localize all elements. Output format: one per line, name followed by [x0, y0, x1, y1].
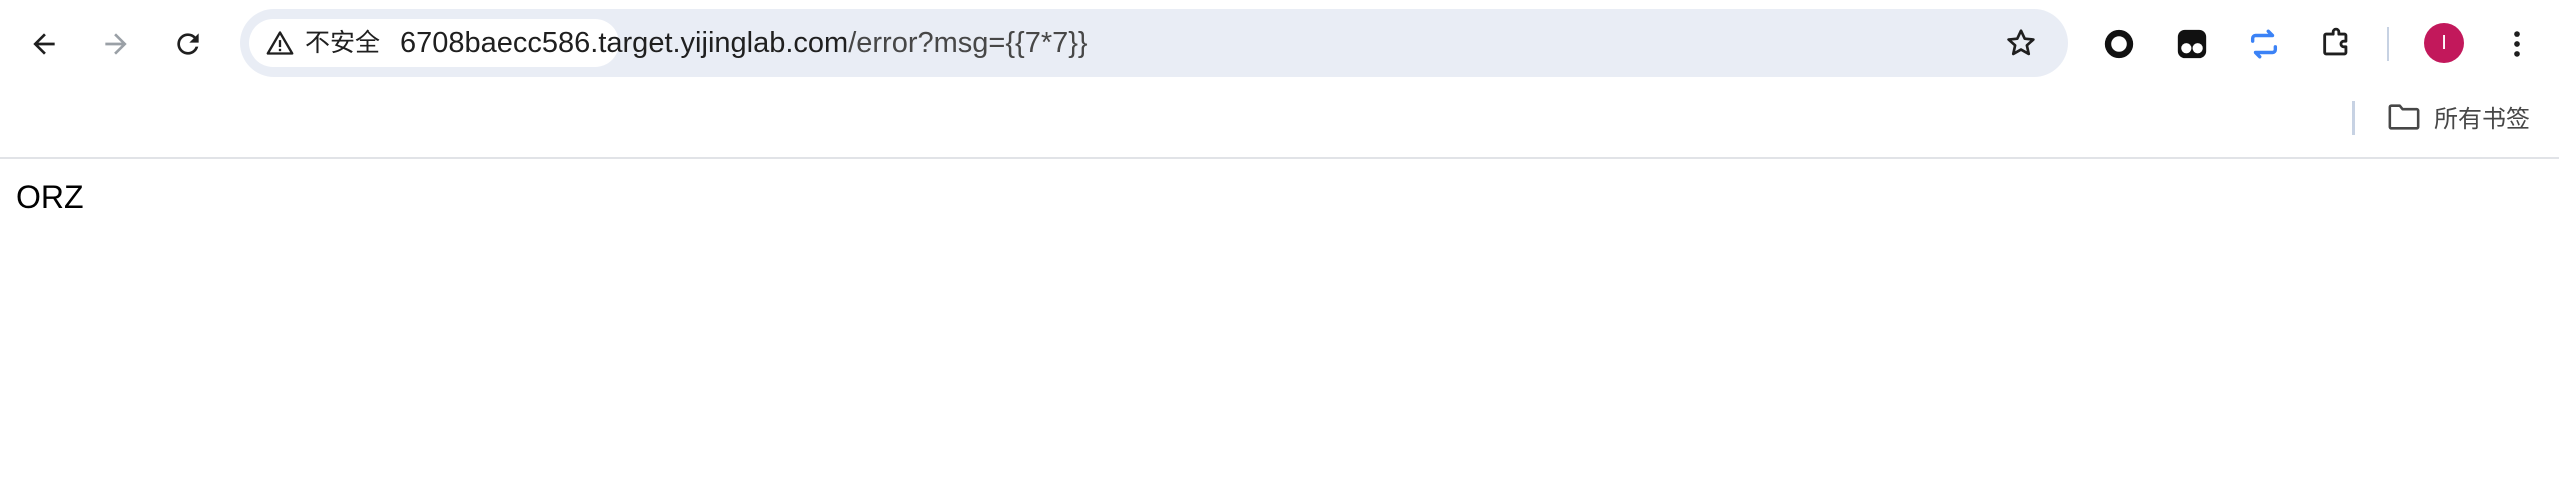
- url-host: 6708baecc586.target.yijinglab.com: [400, 27, 849, 59]
- browser-toolbar: 不安全 6708baecc586.target.yijinglab.com/er…: [0, 0, 2559, 86]
- page-body-text: ORZ: [16, 179, 84, 215]
- warning-triangle-icon: [266, 31, 294, 55]
- url-text[interactable]: 6708baecc586.target.yijinglab.com/error?…: [400, 25, 1088, 61]
- puzzle-extensions-icon: [2323, 27, 2348, 56]
- bookmark-star-button[interactable]: [2000, 22, 2042, 64]
- tampermonkey-icon: [2177, 29, 2207, 59]
- arrow-left-icon: [33, 33, 55, 55]
- extensions-button[interactable]: [2310, 18, 2362, 70]
- extension-circle-button[interactable]: [2093, 18, 2145, 70]
- circle-extension-icon: [2104, 29, 2134, 59]
- arrow-right-icon: [105, 33, 127, 55]
- page-content: ORZ: [0, 159, 2559, 489]
- profile-avatar-button[interactable]: I: [2424, 23, 2464, 63]
- forward-button[interactable]: [90, 18, 142, 70]
- extension-sync-button[interactable]: [2238, 18, 2290, 70]
- folder-icon: [2388, 104, 2420, 130]
- url-path: /error?msg={{7*7}}: [848, 27, 1088, 59]
- toolbar-divider: [2387, 27, 2389, 61]
- all-bookmarks-label: 所有书签: [2434, 105, 2530, 133]
- bookmarks-bar: 所有书签: [0, 86, 2559, 159]
- star-outline-icon: [2007, 29, 2035, 56]
- extension-tampermonkey-button[interactable]: [2166, 18, 2218, 70]
- all-bookmarks-button[interactable]: 所有书签: [2382, 96, 2542, 138]
- back-button[interactable]: [18, 18, 70, 70]
- browser-menu-button[interactable]: [2491, 18, 2543, 70]
- reload-button[interactable]: [162, 18, 214, 70]
- bookmarks-separator: [2352, 101, 2355, 135]
- address-bar[interactable]: 不安全 6708baecc586.target.yijinglab.com/er…: [240, 9, 2068, 77]
- reload-icon: [177, 33, 199, 55]
- security-label: 不安全: [305, 28, 381, 57]
- sync-arrows-icon: [2250, 29, 2278, 59]
- kebab-menu-icon: [2514, 31, 2520, 57]
